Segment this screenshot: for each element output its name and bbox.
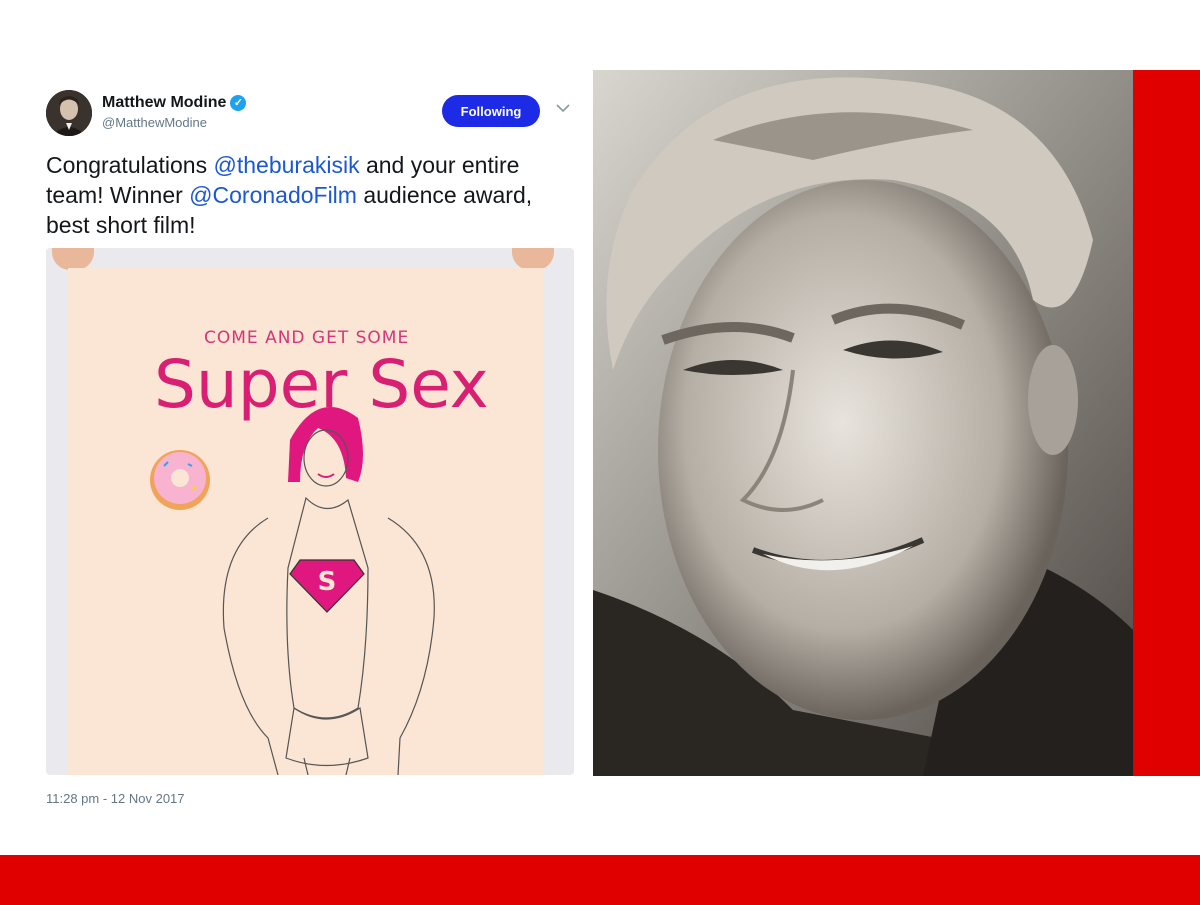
- verified-badge-icon: ✓: [230, 95, 247, 111]
- red-frame-side: [1133, 70, 1200, 776]
- svg-text:S: S: [318, 567, 337, 597]
- red-frame-bottom: [0, 855, 1200, 905]
- author-name-text[interactable]: Matthew Modine: [102, 94, 226, 112]
- hand-left: [52, 248, 94, 270]
- mention-link[interactable]: @CoronadoFilm: [189, 182, 357, 208]
- mention-link[interactable]: @theburakisik: [214, 152, 360, 178]
- author-avatar[interactable]: [46, 90, 92, 136]
- portrait-photo: [593, 70, 1133, 776]
- hand-right: [512, 248, 554, 270]
- poster-illustration: S: [150, 407, 435, 775]
- tweet-media-image[interactable]: COME AND GET SOME Super Sex S: [46, 248, 574, 775]
- tweet-text-part: Congratulations: [46, 152, 214, 178]
- chevron-down-icon[interactable]: [556, 102, 570, 116]
- tweet-timestamp[interactable]: 11:28 pm - 12 Nov 2017: [46, 791, 185, 806]
- author-handle[interactable]: @MatthewModine: [102, 115, 246, 130]
- author-name[interactable]: Matthew Modine ✓: [102, 94, 247, 112]
- following-button[interactable]: Following: [442, 95, 540, 127]
- author-block: Matthew Modine ✓ @MatthewModine: [102, 94, 247, 130]
- poster: COME AND GET SOME Super Sex S: [68, 268, 544, 775]
- tweet-text: Congratulations @theburakisik and your e…: [46, 150, 566, 240]
